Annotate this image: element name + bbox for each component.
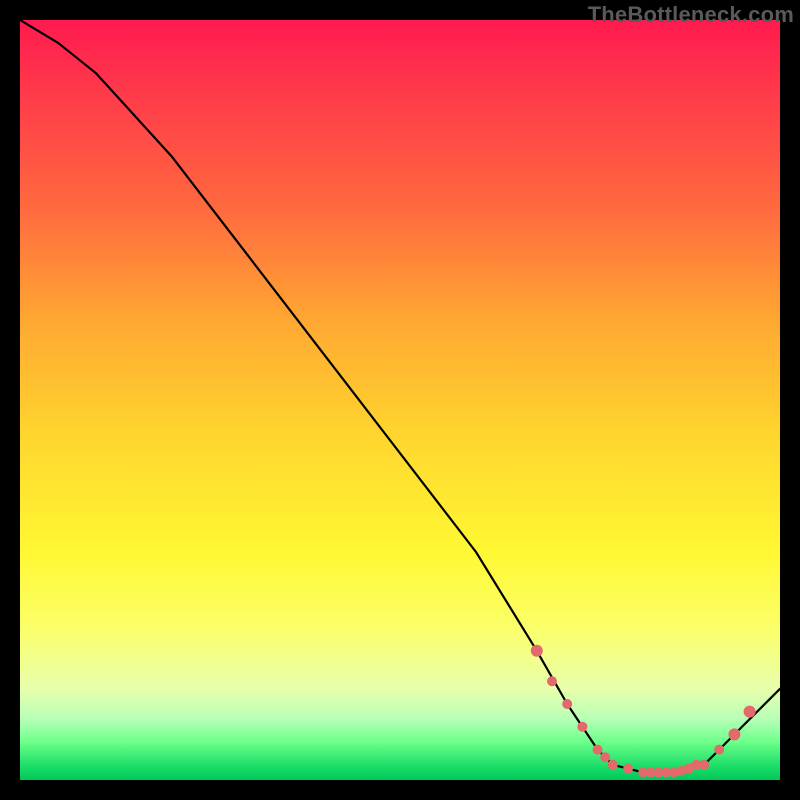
highlight-dot	[623, 764, 633, 774]
highlight-dot	[608, 760, 618, 770]
chart-stage: TheBottleneck.com	[0, 0, 800, 800]
highlight-dot	[547, 676, 557, 686]
highlight-dot	[577, 722, 587, 732]
bottleneck-curve	[20, 20, 780, 772]
watermark-text: TheBottleneck.com	[588, 2, 794, 28]
highlight-dot	[699, 760, 709, 770]
highlight-dot	[600, 752, 610, 762]
highlight-dot	[531, 645, 543, 657]
highlight-dot	[593, 745, 603, 755]
highlight-dots	[531, 645, 756, 778]
highlight-dot	[714, 745, 724, 755]
highlight-dot	[562, 699, 572, 709]
plot-svg	[20, 20, 780, 780]
highlight-dot	[728, 728, 740, 740]
highlight-dot	[744, 706, 756, 718]
plot-area	[20, 20, 780, 780]
